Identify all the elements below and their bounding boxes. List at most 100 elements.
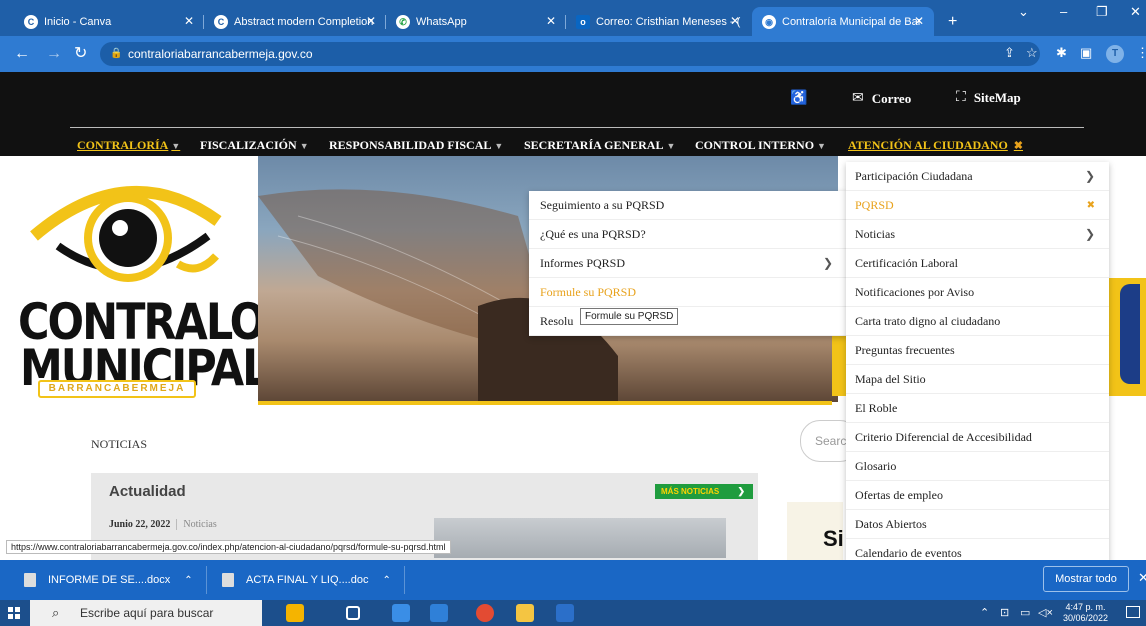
menu-item-que-es-pqrsd[interactable]: ¿Qué es una PQRSD? [529, 220, 847, 249]
menu-item-seguimiento[interactable]: Seguimiento a su PQRSD [529, 191, 847, 220]
word-app-icon[interactable] [556, 604, 574, 622]
nav-item-responsabilidad-fiscal[interactable]: RESPONSABILIDAD FISCAL ▼ [329, 138, 503, 153]
nav-item-control-interno[interactable]: CONTROL INTERNO ▼ [695, 138, 826, 153]
chrome-app-icon[interactable] [476, 604, 494, 622]
menu-item-ofertas[interactable]: Ofertas de empleo [846, 481, 1109, 510]
outlook-icon: o [576, 14, 590, 29]
menu-item-formule-pqrsd[interactable]: Formule su PQRSD [529, 278, 847, 307]
menu-item-carta-trato[interactable]: Carta trato digno al ciudadano [846, 307, 1109, 336]
tab-canva-design[interactable]: C Abstract modern Completion ✕ [204, 7, 386, 36]
chevron-up-icon[interactable]: ⌃ [184, 575, 192, 586]
more-news-button[interactable]: MÁS NOTICIAS ❯ [655, 484, 753, 499]
site-logo[interactable]: CONTRALORÍA MUNICIPAL BARRANCABERMEJA [0, 156, 343, 402]
address-bar[interactable]: 🔒 contraloriabarrancabermeja.gov.co [100, 42, 1040, 66]
post-thumbnail[interactable] [434, 518, 726, 558]
side-widget[interactable]: Si [787, 502, 843, 562]
chevron-right-icon: ❯ [822, 256, 833, 270]
volume-icon[interactable]: ◁× [1038, 606, 1053, 619]
tray-chevron-icon[interactable]: ⌃ [980, 606, 989, 619]
close-window-icon[interactable]: ✕ [1130, 4, 1141, 20]
tab-contraloria[interactable]: ◉ Contraloría Municipal de Bar ✕ [752, 7, 934, 36]
notifications-icon[interactable] [1126, 606, 1140, 618]
profile-avatar[interactable]: T [1106, 45, 1124, 63]
taskbar-clock[interactable]: 4:47 p. m. 30/06/2022 [1063, 602, 1108, 624]
nav-item-contraloria[interactable]: CONTRALORÍA ▼ [77, 138, 180, 153]
minimize-icon[interactable]: – [1060, 4, 1067, 19]
browser-menu-icon[interactable]: ⋮ [1136, 45, 1146, 61]
mail-app-icon[interactable] [430, 604, 448, 622]
download-item[interactable]: INFORME DE SE....docx ⌃ [24, 560, 193, 600]
mail-link[interactable]: ✉ Correo [852, 90, 911, 107]
globe-icon: ◉ [762, 14, 776, 29]
menu-item-resoluciones[interactable]: Resolu [529, 307, 847, 336]
nav-item-fiscalizacion[interactable]: FISCALIZACIÓN ▼ [200, 138, 309, 153]
tab-label: Abstract modern Completion [234, 15, 374, 28]
network-icon[interactable]: ⊡ [1000, 606, 1009, 619]
tab-outlook[interactable]: o Correo: Cristhian Meneses - ( ✕ [566, 7, 750, 36]
menu-item-label: Noticias [855, 227, 895, 241]
menu-item-informes-pqrsd[interactable]: Informes PQRSD ❯ [529, 249, 847, 278]
back-icon[interactable]: ← [14, 44, 30, 64]
display-icon[interactable]: ▭ [1020, 606, 1030, 619]
menu-item-calendario[interactable]: Calendario de eventos [846, 539, 1109, 562]
menu-item-datos-abiertos[interactable]: Datos Abiertos [846, 510, 1109, 539]
menu-item-glosario[interactable]: Glosario [846, 452, 1109, 481]
mail-icon: ✉ [852, 91, 864, 106]
windows-start-icon[interactable] [8, 607, 20, 619]
menu-item-noticias[interactable]: Noticias ❯ [846, 220, 1109, 249]
menu-item-preguntas[interactable]: Preguntas frecuentes [846, 336, 1109, 365]
close-tab-icon[interactable]: ✕ [184, 14, 194, 28]
menu-item-participacion[interactable]: Participación Ciudadana ❯ [846, 162, 1109, 191]
mail-label: Correo [871, 90, 912, 106]
post-category[interactable]: Noticias [176, 519, 217, 530]
tab-label: Contraloría Municipal de Bar [782, 15, 922, 28]
tab-search-chevron-icon[interactable]: ⌄ [1018, 4, 1029, 20]
clock-date: 30/06/2022 [1063, 613, 1109, 623]
sitemap-label: SiteMap [973, 90, 1021, 105]
file-explorer-icon[interactable] [516, 604, 534, 622]
news-box-title: Actualidad [109, 483, 186, 500]
close-tab-icon[interactable]: ✕ [730, 14, 740, 28]
restore-icon[interactable]: ❐ [1096, 4, 1108, 20]
nav-label: ATENCIÓN AL CIUDADANO [848, 138, 1008, 152]
menu-item-criterio[interactable]: Criterio Diferencial de Accesibilidad [846, 423, 1109, 452]
search-icon: ⌕ [52, 605, 60, 620]
extensions-puzzle-icon[interactable]: ✱ [1056, 45, 1067, 61]
weather-widget-icon[interactable] [286, 604, 304, 622]
menu-item-mapa[interactable]: Mapa del Sitio [846, 365, 1109, 394]
chevron-up-icon[interactable]: ⌃ [382, 575, 390, 586]
bookmark-star-icon[interactable]: ☆ [1026, 45, 1038, 61]
show-all-downloads-button[interactable]: Mostrar todo [1043, 566, 1129, 592]
tab-canva-home[interactable]: C Inicio - Canva ✕ [14, 7, 204, 36]
menu-item-pqrsd[interactable]: PQRSD ✖ [846, 191, 1109, 220]
taskbar-search[interactable]: ⌕ Escribe aquí para buscar [30, 600, 262, 626]
tab-whatsapp[interactable]: ✆ WhatsApp ✕ [386, 7, 566, 36]
chevron-right-icon: ❯ [1084, 169, 1095, 183]
accessibility-icon: ♿ [790, 91, 808, 106]
reload-icon[interactable]: ↻ [74, 44, 87, 64]
menu-item-notificaciones[interactable]: Notificaciones por Aviso [846, 278, 1109, 307]
tab-label: Inicio - Canva [44, 15, 112, 28]
new-tab-button[interactable]: + [938, 7, 968, 36]
menu-item-label: Informes PQRSD [540, 256, 626, 270]
close-tab-icon[interactable]: ✕ [914, 14, 924, 28]
address-url: contraloriabarrancabermeja.gov.co [128, 47, 313, 61]
share-icon[interactable]: ⇪ [1004, 45, 1015, 61]
menu-item-certificacion[interactable]: Certificación Laboral [846, 249, 1109, 278]
menu-item-el-roble[interactable]: El Roble [846, 394, 1109, 423]
store-icon[interactable] [392, 604, 410, 622]
task-view-icon[interactable] [346, 606, 360, 620]
accessibility-button[interactable]: ♿ [790, 90, 815, 107]
browser-tab-strip: C Inicio - Canva ✕ C Abstract modern Com… [0, 0, 1146, 36]
close-tab-icon[interactable]: ✕ [546, 14, 556, 28]
forward-icon[interactable]: → [46, 44, 62, 64]
download-item[interactable]: ACTA FINAL Y LIQ....doc ⌃ [222, 560, 391, 600]
nav-label: CONTROL INTERNO [695, 138, 815, 152]
nav-label: CONTRALORÍA [77, 138, 169, 152]
nav-item-secretaria-general[interactable]: SECRETARÍA GENERAL ▼ [524, 138, 675, 153]
nav-item-atencion-ciudadano[interactable]: ATENCIÓN AL CIUDADANO ✖ [848, 138, 1023, 153]
close-tab-icon[interactable]: ✕ [366, 14, 376, 28]
side-panel-icon[interactable]: ▣ [1080, 45, 1092, 61]
close-downloads-icon[interactable]: ✕ [1138, 570, 1146, 586]
sitemap-link[interactable]: ⛶ SiteMap [956, 90, 1021, 106]
